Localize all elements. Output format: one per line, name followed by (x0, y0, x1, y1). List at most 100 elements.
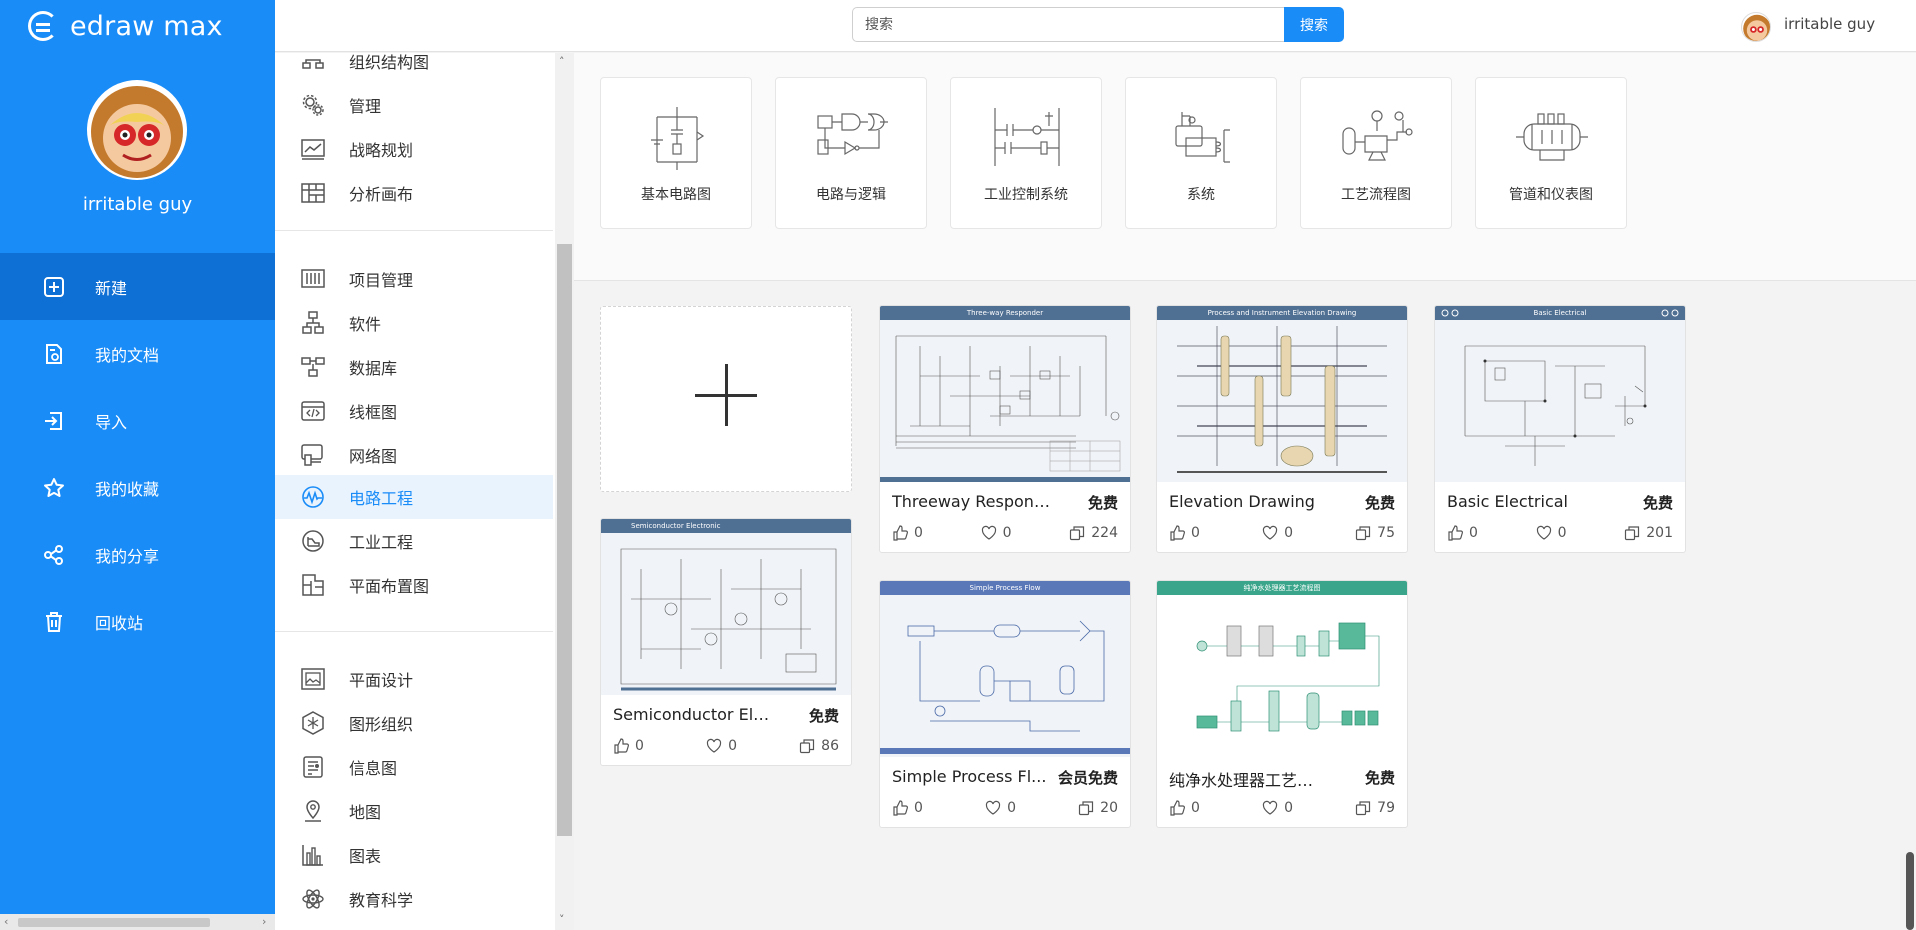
subcategory-pid[interactable]: 管道和仪表图 (1475, 77, 1627, 229)
heart-icon (706, 738, 722, 753)
scroll-left-icon[interactable]: ‹ (4, 915, 8, 928)
category-education-science[interactable]: 教育科学 (275, 877, 553, 921)
template-card-threeway-responder[interactable]: Three-way Responder Threeway Responder 免… (879, 305, 1131, 553)
search-input[interactable] (852, 7, 1284, 42)
template-thumbnail: Simple Process Flow (880, 581, 1130, 757)
nav-import[interactable]: 导入 (0, 387, 275, 454)
new-blank-diagram-card[interactable] (600, 306, 852, 492)
category-database[interactable]: 数据库 (275, 345, 553, 389)
category-graphic-design[interactable]: 平面设计 (275, 657, 553, 701)
template-card-semiconductor[interactable]: Semiconductor Electronic Semiconductor E… (600, 518, 852, 766)
top-bar: 搜索 irritable guy (275, 0, 1916, 52)
favorite-count[interactable]: 0 (985, 800, 1016, 816)
bar-chart-icon (301, 843, 325, 867)
favorite-count[interactable]: 0 (1536, 525, 1567, 541)
favorite-count[interactable]: 0 (1262, 800, 1293, 816)
trash-icon (41, 609, 67, 635)
template-card-water-purification[interactable]: 纯净水处理器工艺流程图 纯净水处理器工艺流程图 免费 0 0 79 (1156, 580, 1408, 828)
like-count[interactable]: 0 (1169, 800, 1200, 816)
avatar-small[interactable] (1741, 12, 1771, 42)
template-stats: 0 0 86 (613, 738, 839, 754)
template-card-elevation-drawing[interactable]: Process and Instrument Elevation Drawing… (1156, 305, 1408, 553)
category-vertical-scrollbar[interactable]: ˄ ˅ (555, 53, 574, 930)
category-org-chart[interactable]: 组织结构图 (275, 53, 553, 83)
subcategory-industrial-control[interactable]: 工业控制系统 (950, 77, 1102, 229)
nav-label: 我的收藏 (95, 479, 160, 499)
thumbs-up-icon (1170, 525, 1185, 541)
template-thumbnail: Three-way Responder (880, 306, 1130, 482)
category-network[interactable]: 网络图 (275, 433, 553, 477)
category-management[interactable]: 管理 (275, 83, 553, 127)
category-label: 地图 (349, 803, 382, 822)
graphic-organizer-icon (301, 711, 325, 735)
scroll-right-icon[interactable]: › (262, 915, 266, 928)
like-count[interactable]: 0 (892, 525, 923, 541)
scrollbar-thumb[interactable] (557, 244, 572, 836)
software-icon (301, 311, 325, 335)
heart-icon (1262, 800, 1278, 815)
price-badge: 免费 (808, 707, 839, 725)
category-strategy[interactable]: 战略规划 (275, 127, 553, 171)
heart-icon (981, 525, 996, 540)
category-circuit-engineering[interactable]: 电路工程 (275, 475, 553, 519)
nav-new[interactable]: 新建 (0, 253, 275, 320)
scroll-down-icon[interactable]: ˅ (559, 913, 565, 926)
copy-count[interactable]: 20 (1078, 800, 1118, 816)
like-count[interactable]: 0 (1447, 525, 1478, 541)
template-title: 纯净水处理器工艺流程图 (1169, 771, 1329, 790)
floorplan-icon (301, 573, 325, 597)
category-divider (275, 230, 553, 231)
like-count[interactable]: 0 (1169, 525, 1200, 541)
category-charts[interactable]: 图表 (275, 833, 553, 877)
category-wireframe[interactable]: 线框图 (275, 389, 553, 433)
nav-favorites[interactable]: 我的收藏 (0, 454, 275, 521)
category-software[interactable]: 软件 (275, 301, 553, 345)
thumbnail-footer (880, 477, 1130, 482)
thumbs-up-icon (1170, 800, 1185, 816)
copy-count[interactable]: 75 (1355, 525, 1395, 541)
subcategory-process-flow[interactable]: 工艺流程图 (1300, 77, 1452, 229)
app-logo[interactable]: edraw max (28, 10, 223, 42)
copy-count[interactable]: 224 (1069, 525, 1118, 541)
nav-my-documents[interactable]: 我的文档 (0, 320, 275, 387)
template-card-simple-process-flow[interactable]: Simple Process Flow Simple Process Fl...… (879, 580, 1131, 828)
category-label: 教育科学 (349, 891, 414, 910)
semiconductor-thumbnail-drawing (620, 548, 837, 691)
template-title: Basic Electrical (1447, 492, 1568, 511)
subcategory-circuit-logic[interactable]: 电路与逻辑 (775, 77, 927, 229)
scrollbar-thumb[interactable] (18, 918, 210, 927)
category-project-management[interactable]: 项目管理 (275, 257, 553, 301)
nav-trash[interactable]: 回收站 (0, 588, 275, 655)
infographic-icon (301, 755, 325, 779)
like-count[interactable]: 0 (613, 738, 644, 754)
like-count[interactable]: 0 (892, 800, 923, 816)
subcategory-basic-circuit[interactable]: 基本电路图 (600, 77, 752, 229)
gears-icon (301, 93, 325, 117)
copy-count[interactable]: 201 (1624, 525, 1673, 541)
ladder-diagram-icon (994, 108, 1060, 166)
nav-my-shares[interactable]: 我的分享 (0, 521, 275, 588)
star-icon (41, 475, 67, 501)
category-industrial-engineering[interactable]: 工业工程 (275, 519, 553, 563)
top-user-name[interactable]: irritable guy (1784, 15, 1875, 33)
category-infographic[interactable]: 信息图 (275, 745, 553, 789)
sidebar-horizontal-scrollbar[interactable]: ‹ › (0, 914, 275, 930)
favorite-count[interactable]: 0 (1262, 525, 1293, 541)
category-map[interactable]: 地图 (275, 789, 553, 833)
copy-count[interactable]: 79 (1355, 800, 1395, 816)
category-analysis-canvas[interactable]: 分析画布 (275, 171, 553, 215)
page-scrollbar-thumb[interactable] (1906, 852, 1914, 930)
template-card-basic-electrical[interactable]: Basic Electrical Basic Electrical 免费 0 0 (1434, 305, 1686, 553)
copy-count[interactable]: 86 (799, 738, 839, 754)
avatar[interactable] (87, 80, 187, 180)
sidebar: edraw max irritable guy 新建 我的文档 导入 我的收藏 … (0, 0, 275, 930)
category-graphic-organizer[interactable]: 图形组织 (275, 701, 553, 745)
industrial-icon (301, 529, 325, 553)
category-floor-plan[interactable]: 平面布置图 (275, 563, 553, 607)
subcategory-system[interactable]: 系统 (1125, 77, 1277, 229)
favorite-count[interactable]: 0 (981, 525, 1012, 541)
copy-icon (1356, 526, 1371, 541)
scroll-up-icon[interactable]: ˄ (559, 55, 565, 68)
favorite-count[interactable]: 0 (706, 738, 737, 754)
search-button[interactable]: 搜索 (1284, 7, 1344, 42)
